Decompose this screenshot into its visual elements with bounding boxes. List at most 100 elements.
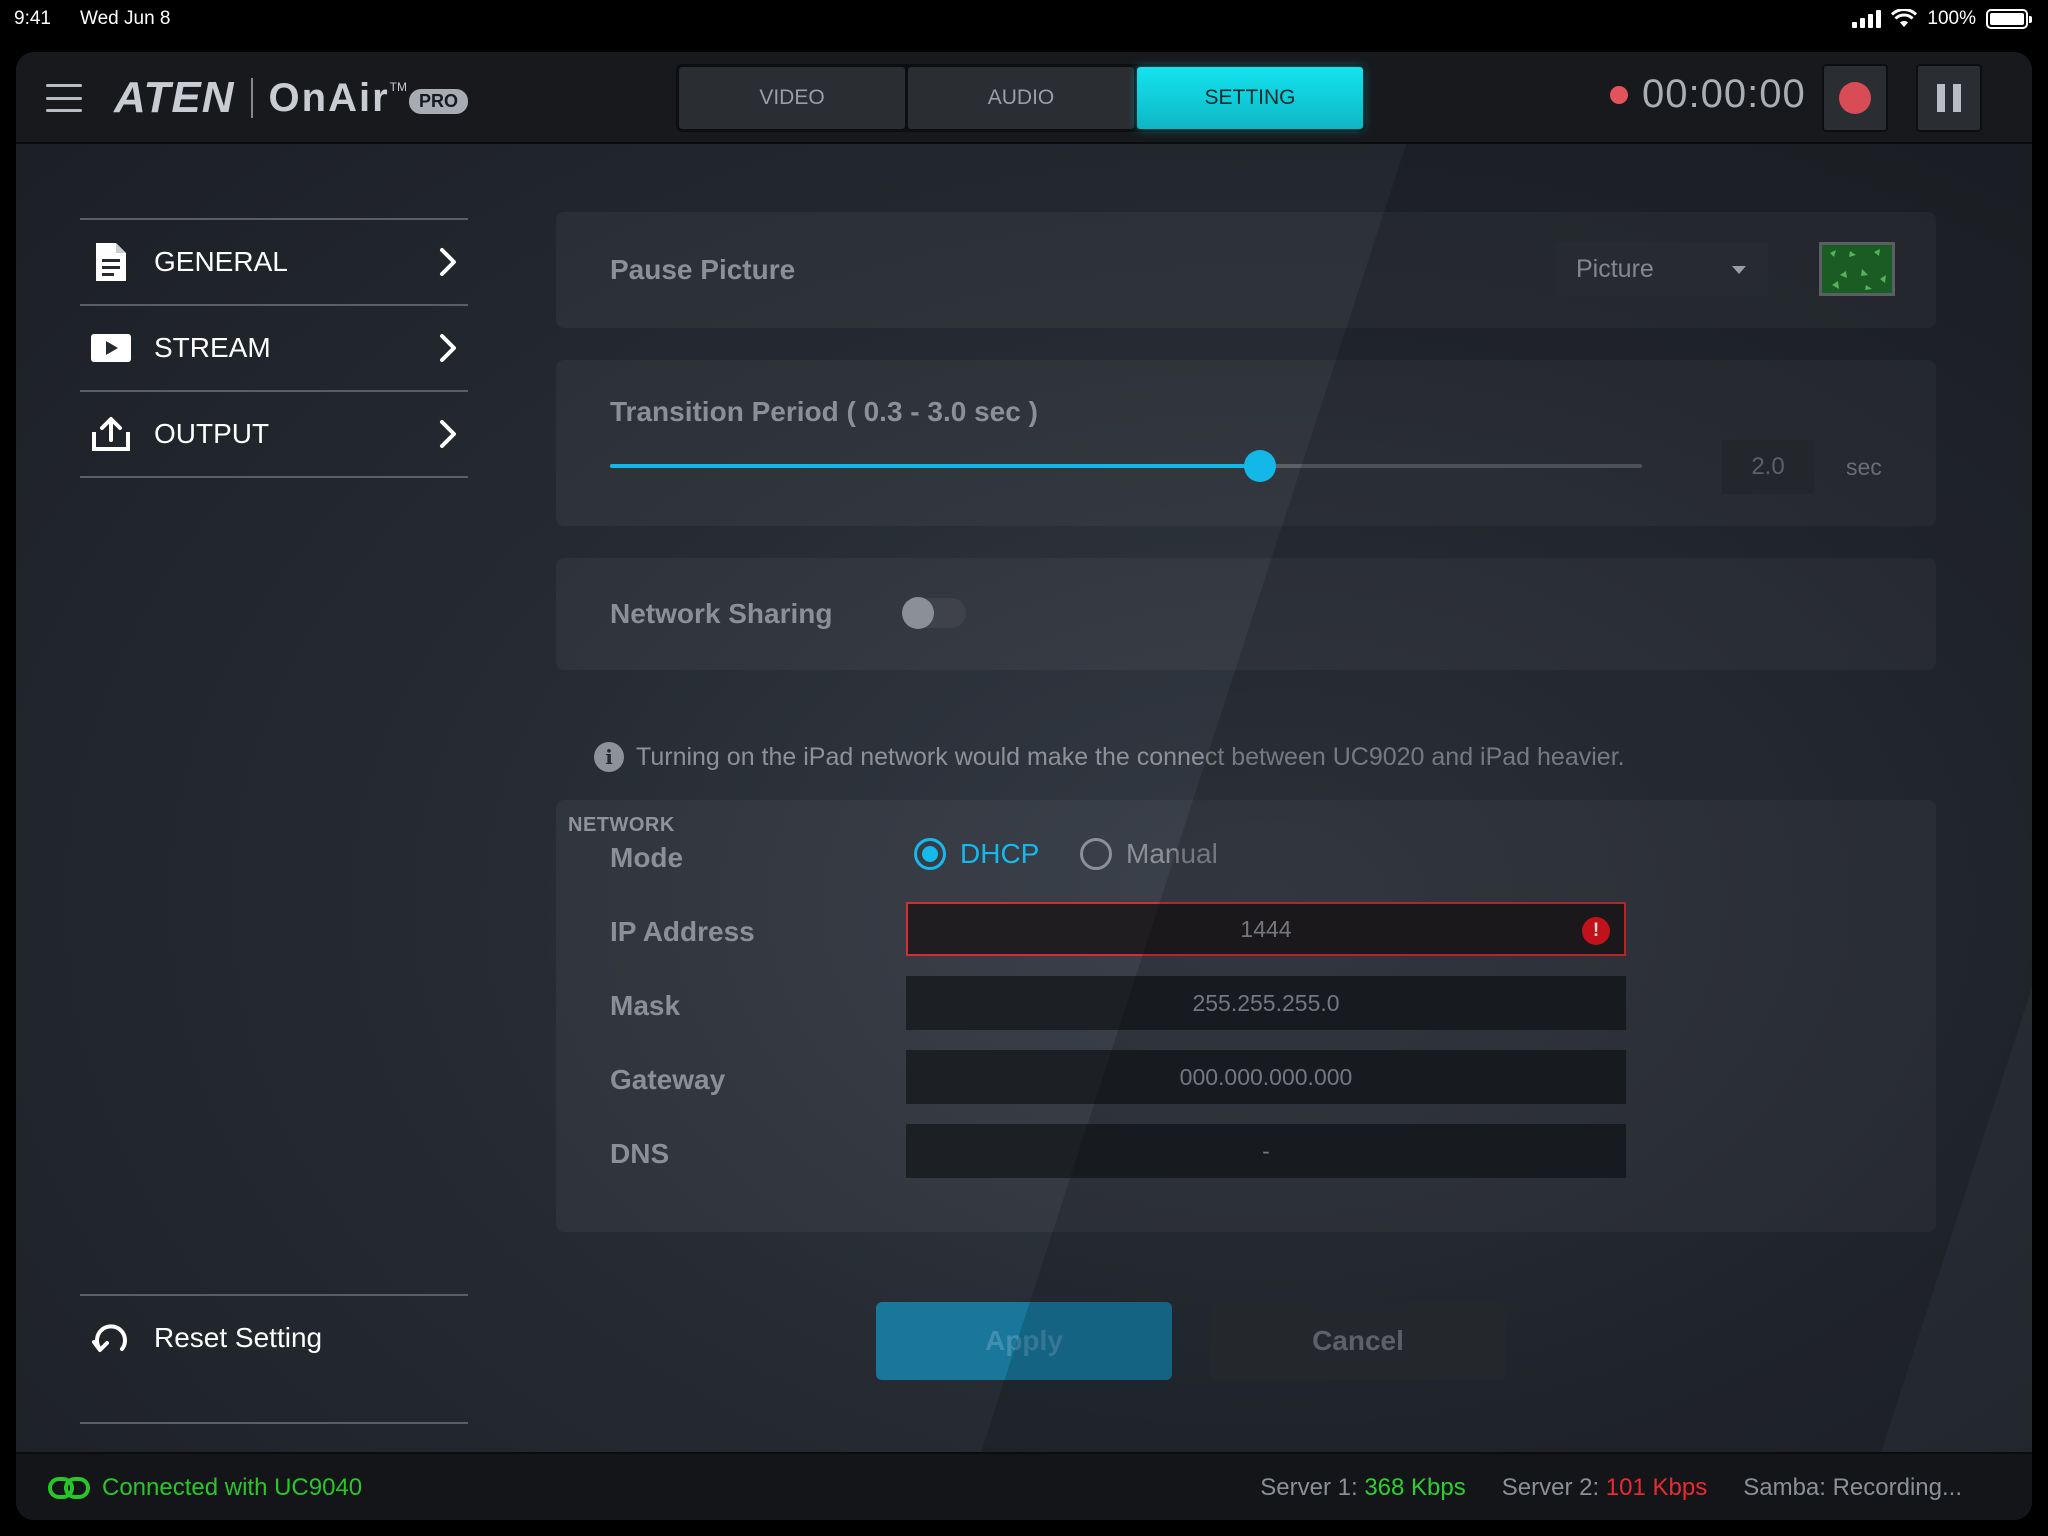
ip-address-value: 1444 xyxy=(1240,915,1292,942)
wifi-icon xyxy=(1891,9,1918,27)
status-bar: 9:41 Wed Jun 8 100% xyxy=(0,0,2048,40)
pause-icon xyxy=(1937,84,1945,112)
link-icon xyxy=(48,1477,90,1499)
sidebar-bottom-divider xyxy=(80,1422,468,1424)
connection-status: Connected with UC9040 xyxy=(48,1474,362,1502)
chevron-right-icon xyxy=(428,419,468,449)
radio-manual[interactable]: Manual xyxy=(1080,838,1218,870)
app-window: ATEN OnAir TM PRO VIDEO AUDIO SETTING 00… xyxy=(16,52,2032,1520)
sidebar-item-label: GENERAL xyxy=(154,246,288,277)
server2-bitrate: 101 Kbps xyxy=(1605,1474,1708,1501)
dns-label: DNS xyxy=(610,1138,670,1169)
recording-timer: 00:00:00 xyxy=(1610,72,1806,117)
pause-picture-select[interactable]: Picture xyxy=(1556,242,1768,296)
cancel-button[interactable]: Cancel xyxy=(1210,1302,1506,1380)
note-text: Turning on the iPad network would make t… xyxy=(636,742,1625,771)
header: ATEN OnAir TM PRO VIDEO AUDIO SETTING 00… xyxy=(16,52,2032,144)
document-icon xyxy=(88,239,134,285)
server2-status: Server 2: 101 Kbps xyxy=(1502,1474,1707,1502)
chevron-right-icon xyxy=(428,333,468,363)
main-tabs: VIDEO AUDIO SETTING xyxy=(676,64,1366,132)
tab-audio[interactable]: AUDIO xyxy=(908,67,1134,129)
radio-selected-icon xyxy=(914,838,946,870)
sidebar-item-label: STREAM xyxy=(154,332,271,363)
transition-value-field[interactable]: 2.0 xyxy=(1722,440,1814,494)
radio-label: DHCP xyxy=(960,838,1040,869)
record-icon xyxy=(1839,82,1871,114)
hamburger-menu-icon[interactable] xyxy=(46,84,82,112)
radio-unselected-icon xyxy=(1080,838,1112,870)
status-footer: Connected with UC9040 Server 1: 368 Kbps… xyxy=(16,1452,2032,1520)
mode-label: Mode xyxy=(610,842,684,873)
transition-label: Transition Period ( 0.3 - 3.0 sec ) xyxy=(610,396,1038,427)
network-sharing-label: Network Sharing xyxy=(610,598,833,629)
mask-label: Mask xyxy=(610,990,681,1021)
samba-status: Samba: Recording... xyxy=(1743,1474,1962,1501)
sidebar-item-label: OUTPUT xyxy=(154,418,270,449)
pro-badge: PRO xyxy=(408,88,468,114)
error-icon: ! xyxy=(1582,917,1610,945)
pause-button[interactable] xyxy=(1916,64,1982,132)
pause-picture-panel: Pause Picture Picture xyxy=(556,212,1936,328)
apply-button[interactable]: Apply xyxy=(876,1302,1172,1380)
connection-text: Connected with UC9040 xyxy=(102,1474,363,1501)
slider-handle[interactable] xyxy=(1243,450,1276,482)
radio-label: Manual xyxy=(1126,838,1218,869)
radio-dhcp[interactable]: DHCP xyxy=(914,838,1039,870)
cellular-signal-icon xyxy=(1852,10,1882,28)
dropdown-caret-icon xyxy=(1732,266,1746,274)
dns-input[interactable]: - xyxy=(906,1124,1626,1178)
sidebar-item-output[interactable]: OUTPUT xyxy=(80,390,468,476)
reset-setting-button[interactable]: Reset Setting xyxy=(80,1294,468,1380)
logo-divider xyxy=(250,78,253,118)
network-sharing-note: i Turning on the iPad network would make… xyxy=(594,742,1625,772)
network-panel: Mode DHCP Manual IP Address 1444 ! Mask … xyxy=(556,800,1936,1232)
server1-label: Server 1: xyxy=(1260,1474,1358,1501)
recording-indicator-dot xyxy=(1610,85,1628,104)
server1-bitrate: 368 Kbps xyxy=(1364,1474,1466,1501)
chevron-right-icon xyxy=(428,247,468,277)
transition-unit: sec xyxy=(1846,454,1882,480)
battery-percent: 100% xyxy=(1927,8,1976,29)
tab-video[interactable]: VIDEO xyxy=(679,67,905,129)
gateway-label: Gateway xyxy=(610,1064,726,1095)
select-value: Picture xyxy=(1576,254,1654,283)
tab-setting[interactable]: SETTING xyxy=(1137,67,1363,129)
sidebar-item-stream[interactable]: STREAM xyxy=(80,304,468,390)
server1-status: Server 1: 368 Kbps xyxy=(1260,1474,1465,1502)
slider-fill xyxy=(610,464,1260,468)
pause-picture-thumbnail[interactable] xyxy=(1819,242,1895,296)
network-sharing-toggle[interactable] xyxy=(902,597,966,629)
timer-value: 00:00:00 xyxy=(1642,72,1806,116)
reset-icon xyxy=(88,1315,134,1361)
transition-panel: Transition Period ( 0.3 - 3.0 sec ) 2.0 … xyxy=(556,360,1936,526)
sidebar-divider xyxy=(80,476,468,478)
server2-label: Server 2: xyxy=(1501,1474,1600,1501)
reset-setting-label: Reset Setting xyxy=(154,1322,323,1353)
app-logo: ATEN OnAir TM PRO xyxy=(114,73,468,122)
dns-value: - xyxy=(1262,1137,1270,1164)
status-time: 9:41 xyxy=(14,8,51,29)
sidebar-item-general[interactable]: GENERAL xyxy=(80,218,468,304)
gateway-input[interactable]: 000.000.000.000 xyxy=(906,1050,1626,1104)
transition-slider[interactable] xyxy=(610,450,1642,482)
brand-name: ATEN xyxy=(114,73,235,122)
battery-icon xyxy=(1986,9,2032,29)
status-indicators: 100% xyxy=(1852,8,2032,30)
play-icon xyxy=(88,325,134,371)
info-icon: i xyxy=(594,742,624,772)
record-button[interactable] xyxy=(1822,64,1888,132)
mask-input[interactable]: 255.255.255.0 xyxy=(906,976,1626,1030)
status-date: Wed Jun 8 xyxy=(80,8,171,29)
ip-address-label: IP Address xyxy=(610,916,755,947)
server-stats: Server 1: 368 Kbps Server 2: 101 Kbps Sa… xyxy=(1260,1474,1962,1502)
gateway-value: 000.000.000.000 xyxy=(1179,1063,1353,1090)
trademark-mark: TM xyxy=(389,80,407,94)
upload-icon xyxy=(88,411,134,457)
product-name: OnAir xyxy=(268,75,390,120)
network-sharing-panel: Network Sharing xyxy=(556,558,1936,670)
toggle-knob xyxy=(902,597,934,629)
mask-value: 255.255.255.0 xyxy=(1192,989,1340,1016)
pause-picture-label: Pause Picture xyxy=(610,254,796,285)
ip-address-input[interactable]: 1444 ! xyxy=(906,902,1626,956)
